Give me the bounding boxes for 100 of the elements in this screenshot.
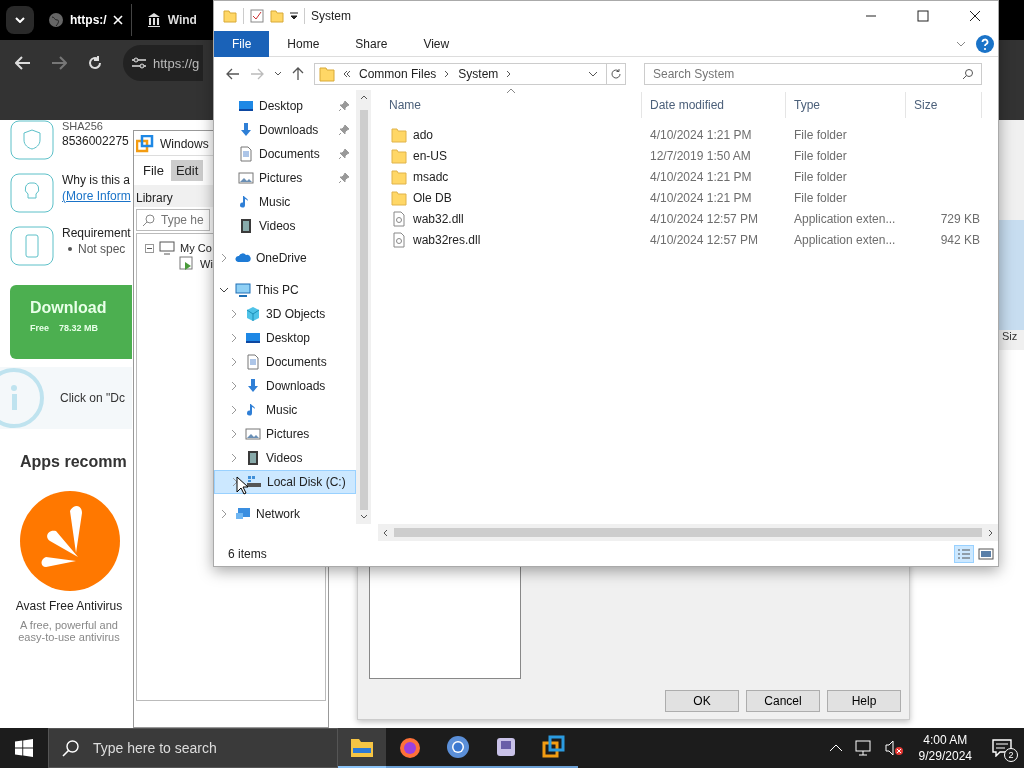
dialog-button[interactable]: Help [827, 690, 901, 712]
folder-icon [350, 736, 374, 758]
file-name[interactable]: wab32.dll [413, 211, 464, 226]
nav-item[interactable]: 3D Objects [266, 307, 326, 321]
scroll-down-icon[interactable] [359, 514, 368, 520]
app-box-icon [495, 736, 517, 758]
nav-item[interactable]: Videos [259, 219, 296, 233]
dialog-button[interactable]: Cancel [746, 690, 820, 712]
column-header[interactable]: Name [381, 92, 642, 118]
file-name[interactable]: ado [413, 127, 434, 142]
reload-icon[interactable] [87, 55, 103, 71]
column-header[interactable]: Size [906, 92, 982, 118]
mouse-pointer-icon [236, 476, 250, 496]
file-name[interactable]: en-US [413, 148, 447, 163]
double-chevron-icon[interactable] [343, 69, 351, 78]
scrollbar[interactable] [356, 90, 371, 524]
help-icon[interactable] [976, 34, 994, 53]
tree-item[interactable]: My Co [180, 242, 212, 254]
menu-item[interactable]: Edit [170, 160, 204, 181]
large-icons-view-icon[interactable] [978, 546, 994, 561]
fox-globe-icon [398, 735, 422, 759]
speaker-muted-icon[interactable] [884, 740, 905, 756]
nav-item[interactable]: Pictures [266, 427, 310, 441]
nav-item[interactable]: Pictures [259, 171, 303, 185]
chevron-right-icon[interactable] [506, 69, 513, 78]
file-name[interactable]: wab32res.dll [413, 232, 481, 247]
table-cell-text: 4/10/2024 12:57 PM [649, 211, 760, 226]
more-info-link[interactable]: (More Inform [62, 189, 132, 203]
ribbon-tab[interactable]: File [214, 30, 270, 57]
nav-item[interactable]: Downloads [259, 123, 319, 137]
table-cell-text: File folder [793, 190, 848, 205]
collapse-toggle[interactable] [145, 243, 154, 253]
close-icon[interactable] [112, 15, 123, 25]
up-arrow-icon[interactable] [292, 66, 304, 81]
clock[interactable]: 4:00 AM 9/29/2024 [910, 733, 980, 763]
browser-circle-icon [446, 735, 470, 759]
breadcrumb[interactable]: Common Files [359, 66, 437, 81]
scroll-up-icon[interactable] [359, 94, 368, 100]
address-bar[interactable]: https://g [123, 45, 204, 81]
notification-button[interactable]: 2 [980, 728, 1024, 768]
scroll-left-icon[interactable] [382, 528, 388, 537]
nav-item[interactable]: Local Disk (C:) [267, 475, 346, 489]
nav-item[interactable]: Desktop [266, 331, 311, 345]
tab-list-button[interactable] [6, 6, 34, 34]
file-name[interactable]: msadc [413, 169, 449, 184]
column-header[interactable]: Type [786, 92, 906, 118]
table-cell-text: 4/10/2024 1:21 PM [649, 169, 753, 184]
scrollbar[interactable] [394, 528, 982, 537]
desktop-icon [245, 330, 261, 346]
back-icon[interactable] [226, 67, 240, 80]
properties-icon[interactable] [250, 9, 264, 23]
nav-item[interactable]: This PC [256, 283, 299, 297]
nav-item[interactable]: Documents [266, 355, 327, 369]
breadcrumb[interactable]: System [458, 66, 499, 81]
nav-item[interactable]: Network [256, 507, 300, 521]
details-view-icon[interactable] [954, 544, 974, 563]
column-header: Siz [1001, 330, 1019, 342]
browser-tab[interactable]: https:/ [40, 4, 132, 36]
taskbar-search-field[interactable]: Type here to search [48, 728, 338, 768]
app-name[interactable]: Avast Free Antivirus [10, 599, 128, 613]
taskbar-app-button[interactable] [338, 728, 386, 768]
shield-icon [10, 120, 54, 160]
window-title: Windows [160, 137, 209, 151]
file-name[interactable]: Ole DB [413, 190, 452, 205]
search-field[interactable]: Type he [136, 209, 210, 231]
column-header[interactable]: Date modified [642, 92, 786, 118]
chevron-down-icon[interactable] [274, 70, 282, 77]
nav-item[interactable]: OneDrive [256, 251, 307, 265]
address-bar[interactable]: Common Files System [314, 62, 626, 85]
tip-text: Click on "Dc [60, 391, 125, 405]
menu-item[interactable]: File [138, 160, 169, 181]
browser-tab[interactable]: Wind [137, 4, 197, 36]
nav-item[interactable]: Documents [259, 147, 320, 161]
scroll-right-icon[interactable] [988, 528, 994, 537]
dropdown-icon[interactable] [290, 12, 298, 20]
refresh-icon[interactable] [610, 67, 622, 80]
nav-item[interactable]: Videos [266, 451, 303, 465]
forward-icon[interactable] [51, 56, 67, 70]
chevron-down-icon[interactable] [588, 70, 598, 77]
dialog-button[interactable]: OK [665, 690, 739, 712]
nav-item[interactable]: Music [266, 403, 298, 417]
chevron-right-icon[interactable] [444, 69, 451, 78]
ribbon-tab[interactable]: View [405, 30, 468, 57]
computer-icon [235, 282, 251, 298]
ribbon-tab[interactable]: Share [337, 30, 406, 57]
search-field[interactable]: Search System [644, 62, 982, 85]
network-icon[interactable] [854, 740, 873, 756]
network-icon [235, 506, 251, 522]
nav-item[interactable]: Downloads [266, 379, 326, 393]
drive-icon [246, 474, 262, 490]
table-cell-text: 4/10/2024 1:21 PM [649, 127, 753, 142]
computer-icon [159, 241, 175, 255]
window-title: System [311, 9, 351, 23]
bullet-icon [68, 247, 72, 251]
chevron-up-icon[interactable] [828, 744, 843, 752]
nav-item[interactable]: Music [259, 195, 291, 209]
ribbon-tab[interactable]: Home [269, 30, 338, 57]
nav-item[interactable]: Desktop [259, 99, 304, 113]
tree-item[interactable]: Wi [200, 258, 213, 270]
folder-icon [391, 147, 407, 164]
